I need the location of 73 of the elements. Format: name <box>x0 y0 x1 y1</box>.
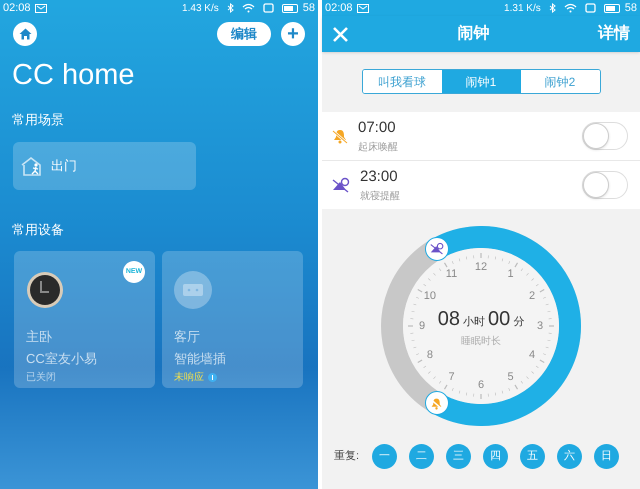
device-room: 主卧 <box>26 328 53 346</box>
status-time: 02:08 <box>3 0 31 16</box>
device-name: CC室友小易 <box>26 350 98 368</box>
repeat-label: 重复: <box>334 449 360 464</box>
close-icon[interactable] <box>332 26 349 42</box>
device-status: 未响应 <box>174 370 204 385</box>
dial-number: 5 <box>506 372 515 383</box>
alarm-time: 07:00 <box>358 118 397 138</box>
weekday-button[interactable]: 六 <box>557 444 582 469</box>
screen-title: 闹钟 <box>456 24 490 44</box>
dial-number: 7 <box>447 372 456 383</box>
dial-number: 6 <box>476 380 486 390</box>
hours-value: 08 <box>438 306 460 332</box>
weekday-button[interactable]: 五 <box>520 444 545 469</box>
sleep-icon <box>332 177 350 193</box>
weekday-button[interactable]: 二 <box>409 444 434 469</box>
battery-level: 58 <box>302 0 315 16</box>
mail-icon <box>356 4 369 12</box>
dial-number: 8 <box>426 350 434 361</box>
bell-slash-icon <box>430 396 443 410</box>
device-card[interactable]: 客厅 智能墙插 未响应 <box>162 251 303 388</box>
duration-caption: 睡眠时长 <box>461 334 501 348</box>
socket-icon <box>174 271 212 309</box>
battery-icon <box>282 4 299 12</box>
device-name: 智能墙插 <box>174 350 227 368</box>
dial-number: 12 <box>474 262 488 272</box>
mail-icon <box>34 4 47 12</box>
device-status: 已关闭 <box>26 370 56 385</box>
bluetooth-icon <box>548 3 556 13</box>
bell-slash-icon <box>332 128 348 144</box>
dial-number: 4 <box>528 350 536 361</box>
alarm-label: 就寝提醒 <box>360 190 401 204</box>
device-room: 客厅 <box>174 328 201 346</box>
info-icon <box>208 373 217 382</box>
dial-number: 3 <box>536 320 544 332</box>
alarm-label: 起床唤醒 <box>358 140 399 155</box>
scene-card[interactable]: 出门 <box>13 142 196 190</box>
weekday-button[interactable]: 一 <box>372 444 397 469</box>
section-heading: 常用场景 <box>11 111 65 129</box>
alarm-toggle[interactable] <box>582 171 628 199</box>
add-button[interactable]: + <box>281 22 305 46</box>
sim-icon <box>262 3 274 13</box>
battery-level: 58 <box>624 0 637 16</box>
alarm-tab[interactable]: 闹钟1 <box>442 70 520 93</box>
alarm-time: 23:00 <box>360 167 399 188</box>
sleep-icon <box>430 242 444 256</box>
minutes-unit: 分 <box>513 314 524 330</box>
dial-number: 1 <box>506 269 515 280</box>
bluetooth-icon <box>226 3 234 13</box>
network-speed: 1.43 K/s <box>182 2 219 16</box>
dial-number: 2 <box>528 291 536 302</box>
dial-number: 10 <box>422 291 438 302</box>
weekday-button[interactable]: 三 <box>446 444 471 469</box>
sim-icon <box>584 3 596 13</box>
minutes-value: 00 <box>488 306 510 332</box>
clock-device-icon <box>26 271 64 309</box>
hours-unit: 小时 <box>463 314 485 330</box>
section-heading: 常用设备 <box>11 220 65 238</box>
alarm-toggle[interactable] <box>582 122 628 150</box>
status-time: 02:08 <box>325 0 353 16</box>
edit-button[interactable]: 编辑 <box>217 22 271 46</box>
app-title: CC home <box>11 58 136 92</box>
house-icon <box>18 28 32 40</box>
dial-number: 9 <box>418 320 426 332</box>
home-button[interactable] <box>13 22 37 46</box>
details-button[interactable]: 详情 <box>598 22 630 46</box>
weekday-button[interactable]: 日 <box>594 444 619 469</box>
dial-number: 11 <box>444 269 458 280</box>
network-speed: 1.31 K/s <box>504 2 541 16</box>
battery-icon <box>604 4 621 12</box>
wifi-icon <box>242 3 255 13</box>
weekday-button[interactable]: 四 <box>483 444 508 469</box>
wifi-icon <box>564 3 577 13</box>
